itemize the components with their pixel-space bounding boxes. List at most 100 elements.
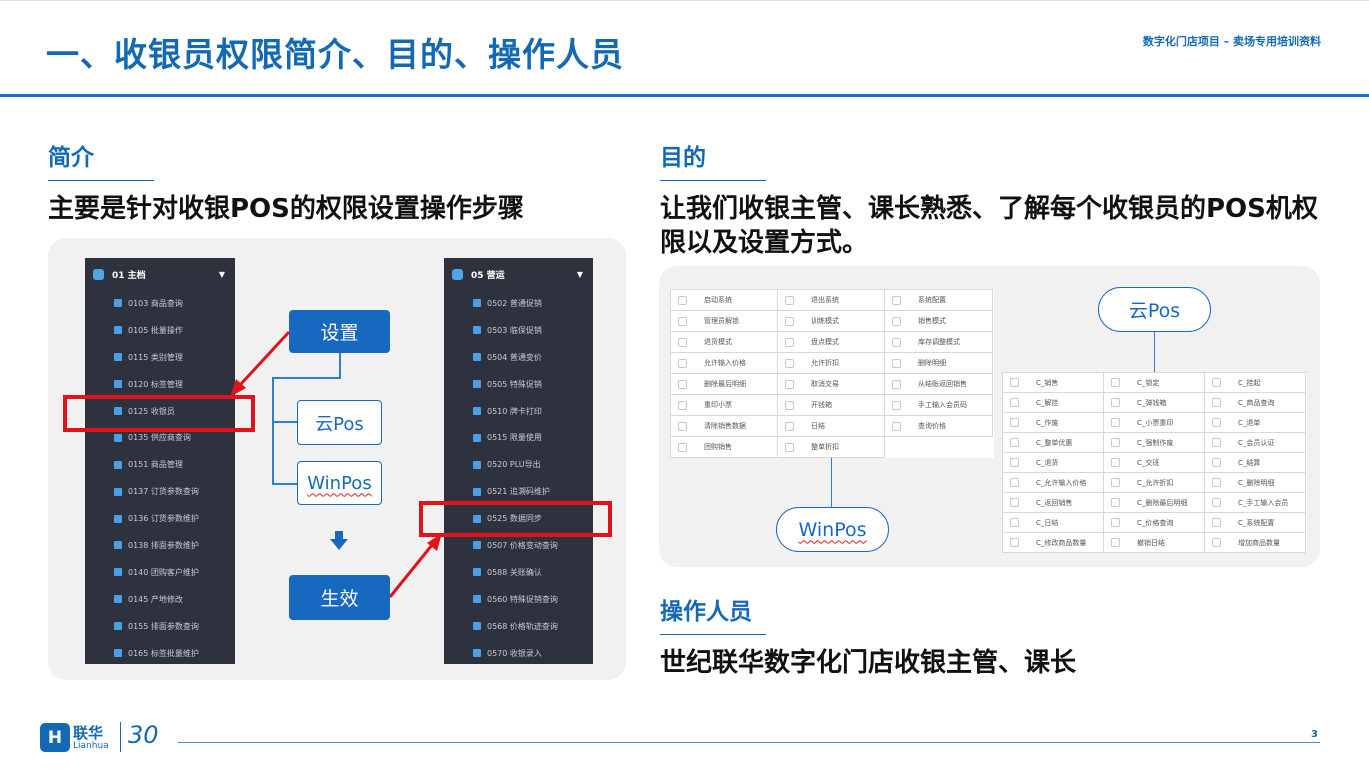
checkbox[interactable]: [1111, 398, 1120, 407]
checkbox[interactable]: [892, 379, 901, 389]
effect-button[interactable]: 生效: [289, 575, 390, 620]
menu-item[interactable]: 0138 排面参数维护: [85, 532, 235, 559]
permission-cell[interactable]: 销售模式: [885, 311, 993, 332]
checkbox[interactable]: [1111, 378, 1120, 387]
permission-cell[interactable]: C_挂起: [1205, 373, 1306, 393]
menu-item[interactable]: 0103 商品查询: [85, 290, 235, 317]
permission-cell[interactable]: 重印小票: [671, 395, 778, 416]
permission-cell[interactable]: 取消交易: [778, 374, 885, 395]
menu-item[interactable]: 0105 批量操作: [85, 317, 235, 344]
menu-item[interactable]: 0145 产地修改: [85, 586, 235, 613]
permission-cell[interactable]: 增加商品数量: [1205, 533, 1306, 553]
permission-cell[interactable]: 整单折扣: [778, 437, 885, 458]
menu-item[interactable]: 0504 普通变价: [444, 344, 593, 371]
permission-cell[interactable]: 允许折扣: [778, 353, 885, 374]
checkbox[interactable]: [1111, 458, 1120, 467]
setup-button[interactable]: 设置: [289, 310, 390, 353]
menu-item[interactable]: 0505 特殊促销: [444, 371, 593, 398]
checkbox[interactable]: [1111, 438, 1120, 447]
menu-item[interactable]: 0502 普通促销: [444, 290, 593, 317]
checkbox[interactable]: [678, 379, 687, 389]
checkbox[interactable]: [1111, 518, 1120, 527]
permission-cell[interactable]: C_退货: [1003, 453, 1104, 473]
menu-item[interactable]: 0520 PLU导出: [444, 451, 593, 478]
checkbox[interactable]: [1212, 498, 1221, 507]
checkbox[interactable]: [785, 337, 794, 347]
permission-cell[interactable]: 启动系统: [671, 290, 778, 311]
permission-cell[interactable]: C_小票重印: [1104, 413, 1205, 433]
menu-item[interactable]: 0140 团购客户维护: [85, 559, 235, 586]
checkbox[interactable]: [678, 295, 687, 305]
menu-item[interactable]: 0165 标签批量维护: [85, 640, 235, 664]
checkbox[interactable]: [1212, 518, 1221, 527]
checkbox[interactable]: [1010, 438, 1019, 447]
checkbox[interactable]: [892, 400, 901, 410]
permission-cell[interactable]: 管理员解锁: [671, 311, 778, 332]
permission-cell[interactable]: 日结: [778, 416, 885, 437]
checkbox[interactable]: [1010, 398, 1019, 407]
permission-cell[interactable]: 允许输入价格: [671, 353, 778, 374]
permission-cell[interactable]: C_交班: [1104, 453, 1205, 473]
right-menu-header[interactable]: 05 营运 ▼: [444, 258, 593, 290]
permission-cell[interactable]: 手工输入会员码: [885, 395, 993, 416]
permission-cell[interactable]: C_会员认证: [1205, 433, 1306, 453]
menu-item[interactable]: 0115 类别管理: [85, 344, 235, 371]
menu-item[interactable]: 0560 特殊促销查询: [444, 586, 593, 613]
checkbox[interactable]: [785, 295, 794, 305]
checkbox[interactable]: [892, 316, 901, 326]
checkbox[interactable]: [892, 337, 901, 347]
checkbox[interactable]: [678, 337, 687, 347]
checkbox[interactable]: [1111, 478, 1120, 487]
checkbox[interactable]: [1010, 418, 1019, 427]
checkbox[interactable]: [1212, 418, 1221, 427]
checkbox[interactable]: [1212, 378, 1221, 387]
checkbox[interactable]: [678, 442, 687, 452]
permission-cell[interactable]: C_系统配置: [1205, 513, 1306, 533]
menu-item[interactable]: 0570 收银录入: [444, 640, 593, 664]
checkbox[interactable]: [1111, 418, 1120, 427]
checkbox[interactable]: [892, 358, 901, 368]
checkbox[interactable]: [1010, 498, 1019, 507]
menu-item[interactable]: 0568 价格轨迹查询: [444, 613, 593, 640]
permission-cell[interactable]: 删除明细: [885, 353, 993, 374]
permission-cell[interactable]: C_整单优惠: [1003, 433, 1104, 453]
checkbox[interactable]: [785, 442, 794, 452]
checkbox[interactable]: [678, 421, 687, 431]
checkbox[interactable]: [678, 358, 687, 368]
checkbox[interactable]: [1010, 538, 1019, 547]
checkbox[interactable]: [678, 316, 687, 326]
checkbox[interactable]: [785, 400, 794, 410]
permission-cell[interactable]: C_允许输入价格: [1003, 473, 1104, 493]
permission-cell[interactable]: 系统配置: [885, 290, 993, 311]
permission-cell[interactable]: 团购销售: [671, 437, 778, 458]
menu-item[interactable]: 0151 商品管理: [85, 451, 235, 478]
left-menu-header[interactable]: 01 主档 ▼: [85, 258, 235, 290]
permission-cell[interactable]: 训练模式: [778, 311, 885, 332]
permission-cell[interactable]: C_退单: [1205, 413, 1306, 433]
permission-cell[interactable]: 删除最后明细: [671, 374, 778, 395]
permission-cell[interactable]: C_结算: [1205, 453, 1306, 473]
checkbox[interactable]: [1010, 458, 1019, 467]
checkbox[interactable]: [678, 400, 687, 410]
checkbox[interactable]: [1212, 478, 1221, 487]
menu-item[interactable]: 0136 订货参数维护: [85, 505, 235, 532]
permission-cell[interactable]: C_作废: [1003, 413, 1104, 433]
menu-item[interactable]: 0137 订货参数查询: [85, 478, 235, 505]
menu-item[interactable]: 0120 标签管理: [85, 371, 235, 398]
permission-cell[interactable]: C_返回销售: [1003, 493, 1104, 513]
permission-cell[interactable]: C_解挂: [1003, 393, 1104, 413]
checkbox[interactable]: [1212, 538, 1221, 547]
permission-cell[interactable]: 盘点模式: [778, 332, 885, 353]
checkbox[interactable]: [1010, 518, 1019, 527]
permission-cell[interactable]: C_销售: [1003, 373, 1104, 393]
checkbox[interactable]: [785, 379, 794, 389]
checkbox[interactable]: [1010, 378, 1019, 387]
permission-cell[interactable]: 清除销售数据: [671, 416, 778, 437]
permission-cell[interactable]: 从结账返回销售: [885, 374, 993, 395]
checkbox[interactable]: [1212, 398, 1221, 407]
permission-cell[interactable]: C_商品查询: [1205, 393, 1306, 413]
permission-cell[interactable]: C_日结: [1003, 513, 1104, 533]
permission-cell[interactable]: 撤销日结: [1104, 533, 1205, 553]
permission-cell[interactable]: 退货模式: [671, 332, 778, 353]
menu-item[interactable]: 0515 限量使用: [444, 424, 593, 451]
